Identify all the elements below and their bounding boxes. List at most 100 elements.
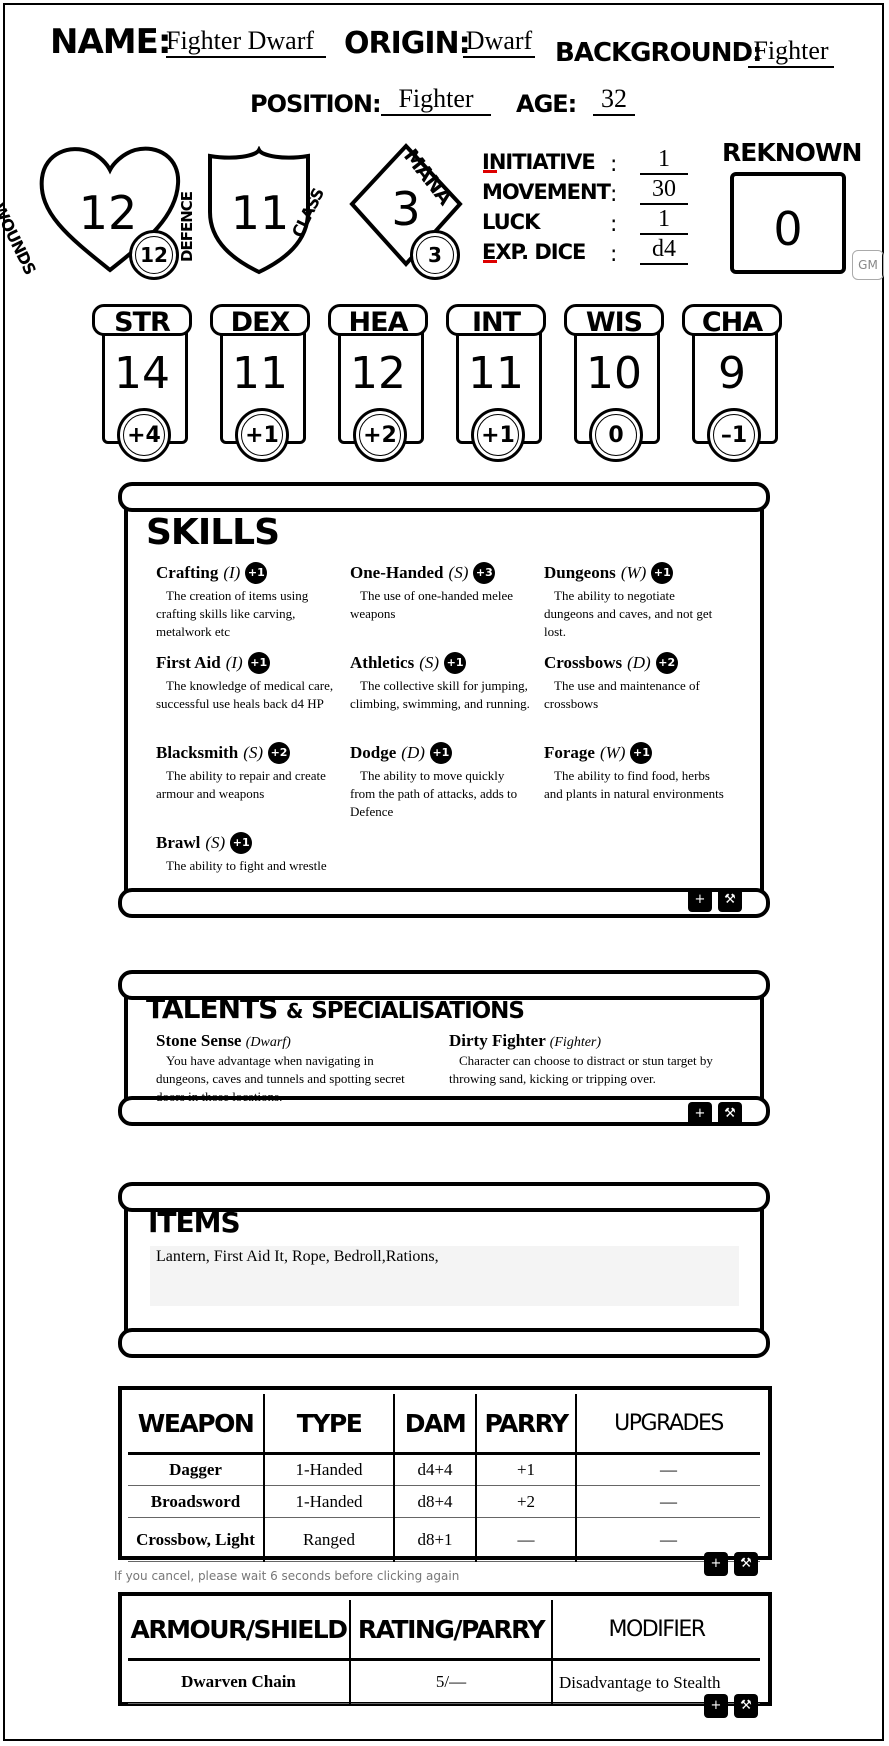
add-skill-button[interactable]: + <box>688 888 712 912</box>
skill-item[interactable]: Crafting (I) +1 The creation of items usin… <box>156 562 336 641</box>
skill-bonus-badge: +2 <box>268 742 291 764</box>
exp-underline <box>483 260 497 263</box>
type-col-header: TYPE <box>264 1394 395 1455</box>
edit-armour-button[interactable]: ⚒ <box>734 1694 758 1718</box>
initiative-field[interactable]: 1 <box>640 146 688 175</box>
skill-bonus-badge: +1 <box>630 742 653 764</box>
cancel-note: If you cancel, please wait 6 seconds bef… <box>114 1569 460 1583</box>
skills-title: SKILLS <box>146 512 280 553</box>
movement-field[interactable]: 30 <box>640 176 688 205</box>
add-armour-button[interactable]: + <box>704 1694 728 1718</box>
mana-max-circle[interactable]: 3 <box>410 230 460 280</box>
table-row[interactable]: Dagger 1-Handed d4+4 +1 — <box>128 1453 760 1486</box>
name-field[interactable]: Fighter Dwarf <box>166 26 326 58</box>
talents-title: TALENTS & SPECIALISATIONS <box>146 992 525 1025</box>
weapon-damage: d4+4 <box>394 1453 477 1486</box>
defence-value[interactable]: 11 <box>224 186 296 240</box>
weapon-upgrades: — <box>576 1453 760 1486</box>
wounds-max-circle[interactable]: 12 <box>129 230 179 280</box>
ability-mod: +1 <box>235 408 289 462</box>
armour-name: Dwarven Chain <box>128 1659 351 1704</box>
skill-bonus-badge: +1 <box>429 742 452 764</box>
armour-modifier: Disadvantage to Stealth <box>552 1659 760 1704</box>
ability-mod: +1 <box>471 408 525 462</box>
ability-score[interactable]: 12 <box>328 348 428 399</box>
ability-name: INT <box>471 307 521 338</box>
luck-field[interactable]: 1 <box>640 206 688 235</box>
skill-bonus-badge: +1 <box>651 562 674 584</box>
skill-item[interactable]: Dodge (D) +1 The ability to move quickly f… <box>350 742 530 821</box>
skill-item[interactable]: Forage (W) +1 The ability to find food, he… <box>544 742 724 803</box>
name-label: NAME: <box>50 22 171 62</box>
wounds-value[interactable]: 12 <box>70 186 146 240</box>
position-field[interactable]: Fighter <box>381 84 491 116</box>
ability-score[interactable]: 9 <box>682 348 782 399</box>
weapon-name: Dagger <box>128 1453 265 1486</box>
skill-item[interactable]: One-Handed (S) +3 The use of one-handed me… <box>350 562 530 623</box>
exp-dice-label: EXP. DICE <box>482 240 586 264</box>
ability-cha: CHA 9 –1 <box>682 304 782 464</box>
rating-col-header: RATING/PARRY <box>350 1600 553 1661</box>
initiative-underline <box>483 170 497 173</box>
gm-button[interactable]: GM <box>852 250 884 280</box>
add-talent-button[interactable]: + <box>688 1102 712 1126</box>
table-row[interactable]: Crossbow, Light Ranged d8+1 — — <box>128 1517 760 1562</box>
edit-skills-button[interactable]: ⚒ <box>718 888 742 912</box>
weapon-upgrades: — <box>576 1485 760 1518</box>
stat-colons: :::: <box>610 152 618 267</box>
upgrades-col-header: UPGRADES <box>576 1394 760 1455</box>
age-label: AGE: <box>516 90 577 118</box>
skill-item[interactable]: Crossbows (D) +2 The use and maintenance o… <box>544 652 724 713</box>
armour-table: ARMOUR/SHIELD RATING/PARRY MODIFIER Dwar… <box>128 1600 760 1704</box>
age-field[interactable]: 32 <box>593 84 635 116</box>
ability-mod: +2 <box>353 408 407 462</box>
skill-item[interactable]: Brawl (S) +1 The ability to fight and wres… <box>156 832 336 875</box>
skill-item[interactable]: First Aid (I) +1 The knowledge of medical … <box>156 652 336 713</box>
ability-name: WIS <box>585 307 643 338</box>
talent-item[interactable]: Dirty Fighter (Fighter) Character can ch… <box>449 1032 714 1088</box>
add-weapon-button[interactable]: + <box>704 1552 728 1576</box>
ability-score[interactable]: 11 <box>210 348 310 399</box>
luck-label: LUCK <box>482 210 540 234</box>
skill-item[interactable]: Athletics (S) +1 The collective skill for … <box>350 652 530 713</box>
edit-weapons-button[interactable]: ⚒ <box>734 1552 758 1576</box>
ability-mod: +4 <box>117 408 171 462</box>
table-row[interactable]: Dwarven Chain 5/— Disadvantage to Stealt… <box>128 1659 760 1704</box>
skill-bonus-badge: +1 <box>247 652 270 674</box>
dam-col-header: DAM <box>394 1394 477 1455</box>
weapon-parry: — <box>476 1517 577 1562</box>
ability-score[interactable]: 11 <box>446 348 546 399</box>
weapon-col-header: WEAPON <box>128 1394 265 1455</box>
skill-bonus-badge: +1 <box>444 652 467 674</box>
mana-max: 3 <box>416 236 454 274</box>
talent-item[interactable]: Stone Sense (Dwarf) You have advantage w… <box>156 1032 421 1106</box>
skill-bonus-badge: +3 <box>473 562 496 584</box>
weapons-header-row: WEAPON TYPE DAM PARRY UPGRADES <box>128 1394 760 1455</box>
ability-name: DEX <box>230 307 291 338</box>
background-field[interactable]: Fighter <box>748 36 834 68</box>
initiative-label: INITIATIVE <box>482 150 596 174</box>
renown-value[interactable]: 0 <box>730 202 846 256</box>
edit-talents-button[interactable]: ⚒ <box>718 1102 742 1126</box>
ability-hea: HEA 12 +2 <box>328 304 428 464</box>
exp-dice-field[interactable]: d4 <box>640 236 688 265</box>
armour-rating: 5/— <box>350 1659 553 1704</box>
defence-label: DEFENCE <box>178 192 196 262</box>
ability-name: HEA <box>348 307 409 338</box>
skill-item[interactable]: Dungeons (W) +1 The ability to negotiate d… <box>544 562 724 641</box>
items-textarea[interactable]: Lantern, First Aid It, Rope, Bedroll,Rat… <box>150 1246 739 1306</box>
origin-field[interactable]: Dwarf <box>463 26 535 58</box>
mana-value[interactable]: 3 <box>370 182 442 236</box>
ability-score[interactable]: 14 <box>92 348 192 399</box>
items-title: ITEMS <box>148 1206 241 1239</box>
weapon-parry: +1 <box>476 1453 577 1486</box>
skill-item[interactable]: Blacksmith (S) +2 The ability to repair an… <box>156 742 336 803</box>
skill-bonus-badge: +1 <box>245 562 268 584</box>
table-row[interactable]: Broadsword 1-Handed d8+4 +2 — <box>128 1485 760 1518</box>
ability-dex: DEX 11 +1 <box>210 304 310 464</box>
skill-bonus-badge: +2 <box>655 652 678 674</box>
wounds-max: 12 <box>135 236 173 274</box>
ability-score[interactable]: 10 <box>564 348 664 399</box>
modifier-col-header: MODIFIER <box>552 1600 760 1661</box>
origin-label: ORIGIN: <box>344 26 471 61</box>
